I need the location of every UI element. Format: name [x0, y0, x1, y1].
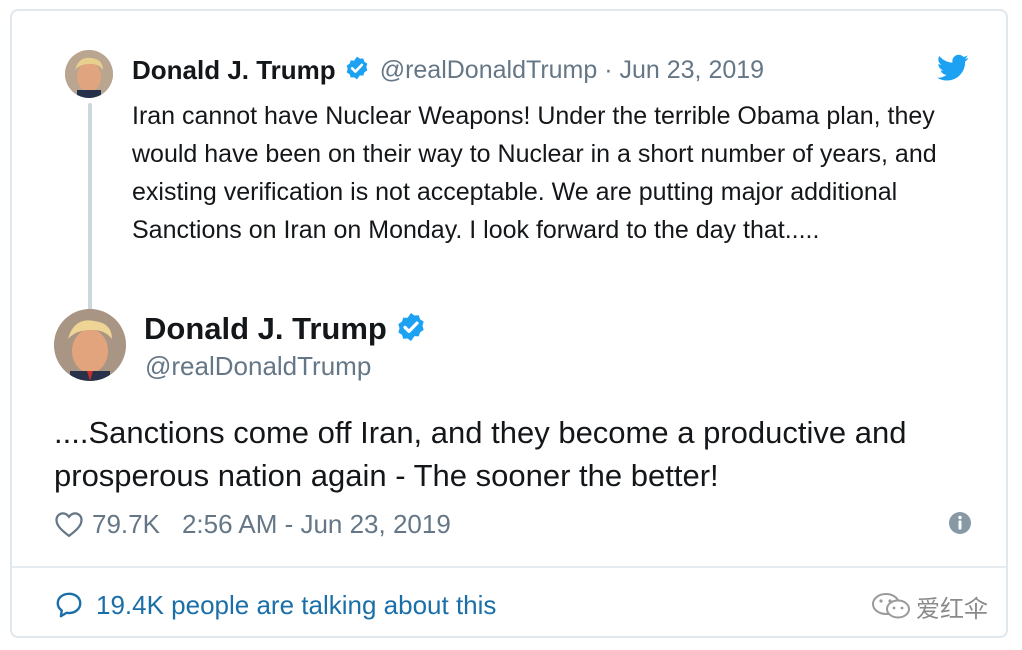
- wechat-icon: [872, 593, 910, 619]
- heart-icon[interactable]: [54, 510, 84, 538]
- main-author-name-row: Donald J. Trump: [144, 310, 427, 348]
- info-icon[interactable]: [948, 511, 972, 535]
- conversation-count-text: 19.4K people are talking about this: [96, 589, 497, 620]
- verified-badge-icon: [395, 311, 427, 348]
- parent-tweet-header: Donald J. Trump @realDonaldTrump · Jun 2…: [132, 52, 764, 88]
- parent-tweet-text: Iran cannot have Nuclear Weapons! Under …: [132, 102, 937, 244]
- tweet-embed-card: Donald J. Trump @realDonaldTrump · Jun 2…: [10, 9, 1008, 638]
- speech-bubble-icon: [56, 592, 82, 618]
- like-count[interactable]: 79.7K: [92, 509, 160, 540]
- main-tweet-text: ....Sanctions come off Iran, and they be…: [54, 415, 907, 493]
- main-tweet-meta-row: 79.7K 2:56 AM - Jun 23, 2019: [54, 506, 972, 542]
- watermark-text: 爱红伞: [916, 595, 988, 623]
- main-author-name[interactable]: Donald J. Trump: [144, 311, 387, 347]
- thread-connector-line: [88, 103, 92, 313]
- watermark: 爱红伞: [870, 591, 988, 623]
- parent-tweet-meta[interactable]: @realDonaldTrump · Jun 23, 2019: [380, 56, 764, 85]
- main-author-avatar[interactable]: [54, 309, 126, 381]
- twitter-bird-icon[interactable]: [937, 54, 969, 82]
- verified-badge-icon: [344, 55, 370, 86]
- footer-divider: [12, 566, 1006, 568]
- main-author-handle[interactable]: @realDonaldTrump: [145, 351, 371, 382]
- tweet-timestamp[interactable]: 2:56 AM - Jun 23, 2019: [182, 509, 451, 540]
- parent-author-name[interactable]: Donald J. Trump: [132, 55, 336, 86]
- conversation-link[interactable]: 19.4K people are talking about this: [54, 587, 496, 623]
- parent-author-avatar[interactable]: [65, 50, 113, 98]
